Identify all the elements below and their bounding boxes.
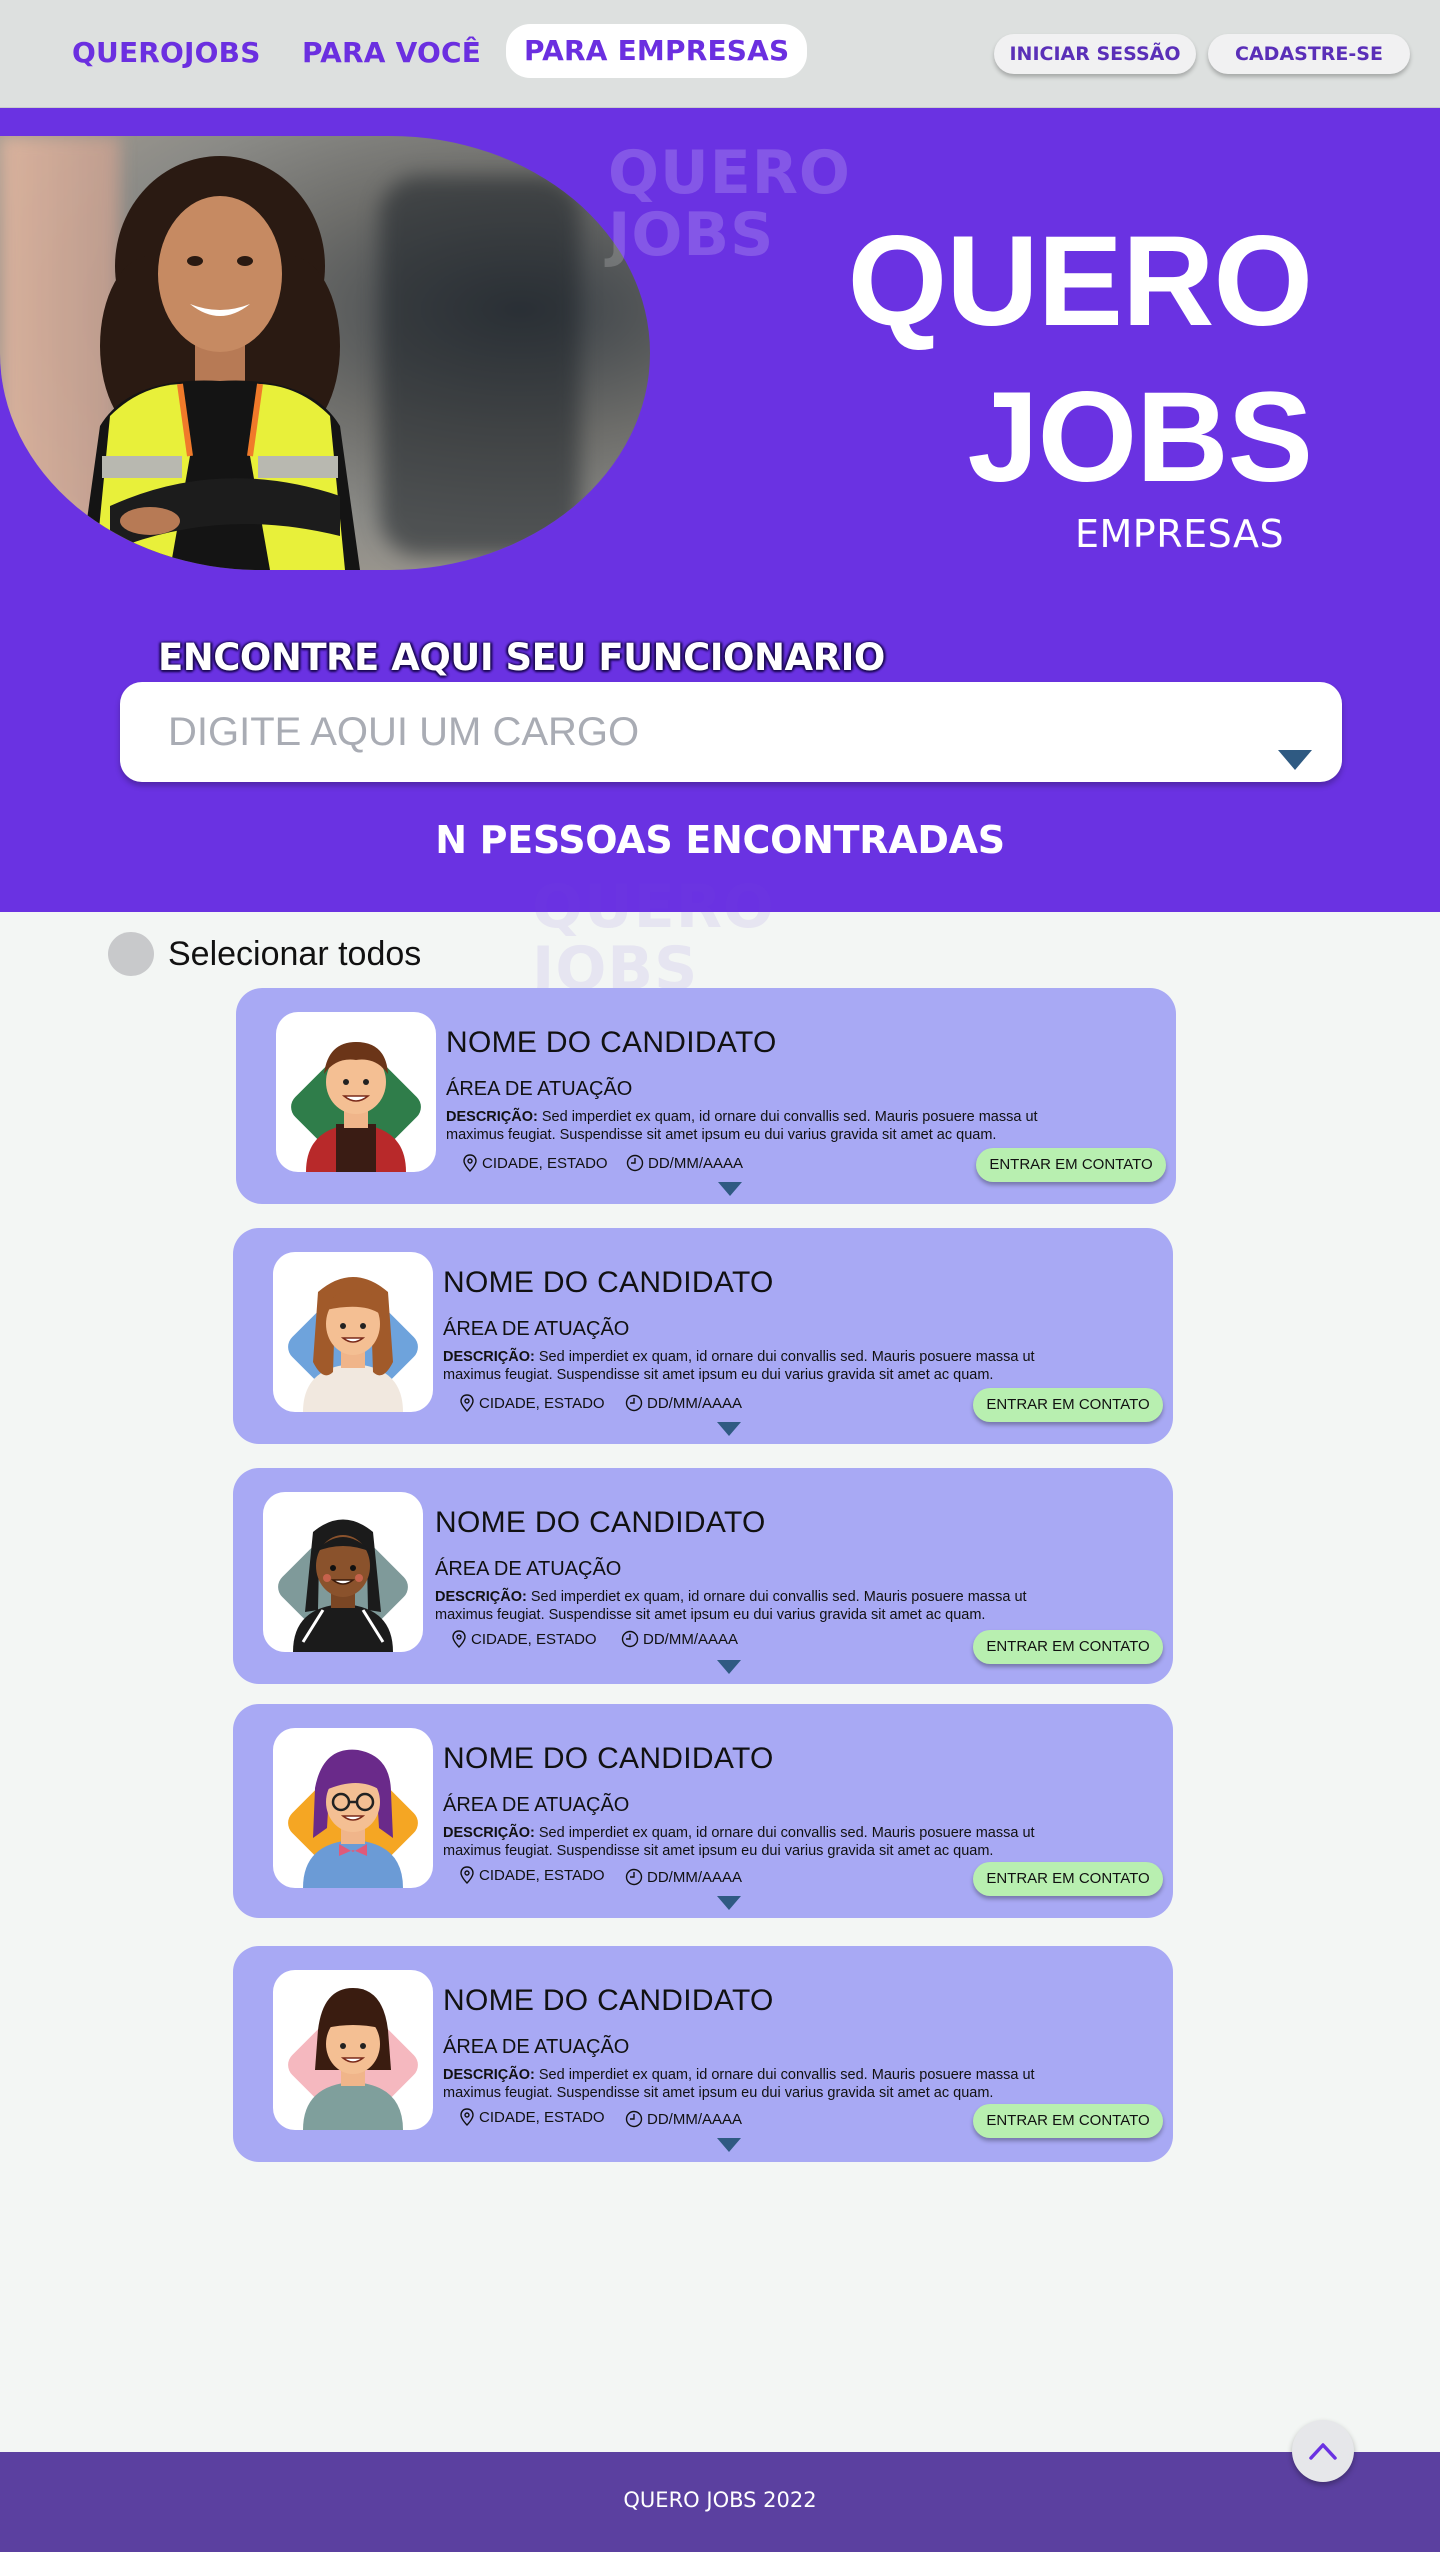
candidate-area: ÁREA DE ATUAÇÃO bbox=[443, 1318, 630, 1340]
chevron-up-icon bbox=[1309, 2443, 1337, 2460]
candidate-description: DESCRIÇÃO: Sed imperdiet ex quam, id orn… bbox=[443, 2067, 1035, 2101]
candidate-description: DESCRIÇÃO: Sed imperdiet ex quam, id orn… bbox=[443, 1349, 1035, 1383]
candidate-card: NOME DO CANDIDATO ÁREA DE ATUAÇÃO DESCRI… bbox=[236, 988, 1176, 1204]
clock-icon bbox=[625, 2110, 643, 2128]
candidate-date: DD/MM/AAAA bbox=[621, 1630, 738, 1648]
candidate-date: DD/MM/AAAA bbox=[625, 1394, 742, 1412]
candidate-location: CIDADE, ESTADO bbox=[451, 1630, 597, 1648]
hero-watermark: QUERO JOBS bbox=[608, 138, 851, 270]
footer-text: QUERO JOBS 2022 bbox=[623, 2488, 817, 2512]
caret-down-icon[interactable] bbox=[717, 1422, 741, 1436]
map-pin-icon bbox=[463, 1154, 477, 1172]
candidate-avatar bbox=[263, 1492, 423, 1652]
candidate-name: NOME DO CANDIDATO bbox=[443, 1742, 774, 1775]
search-box bbox=[120, 682, 1342, 782]
candidate-card: NOME DO CANDIDATO ÁREA DE ATUAÇÃO DESCRI… bbox=[233, 1468, 1173, 1684]
clock-icon bbox=[625, 1394, 643, 1412]
contact-button[interactable]: ENTRAR EM CONTATO bbox=[976, 1148, 1166, 1182]
candidate-date: DD/MM/AAAA bbox=[625, 1868, 742, 1886]
login-button[interactable]: INICIAR SESSÃO bbox=[994, 34, 1196, 74]
map-pin-icon bbox=[452, 1630, 466, 1648]
nav-link-para-voce[interactable]: PARA VOCÊ bbox=[302, 30, 481, 76]
candidate-area: ÁREA DE ATUAÇÃO bbox=[446, 1078, 633, 1100]
candidate-location: CIDADE, ESTADO bbox=[459, 2108, 605, 2126]
caret-down-icon[interactable] bbox=[717, 2138, 741, 2152]
clock-icon bbox=[621, 1630, 639, 1648]
content-watermark: QUERO JOBS bbox=[532, 872, 775, 1004]
search-title: ENCONTRE AQUI SEU FUNCIONARIO bbox=[158, 636, 885, 679]
select-all-radio[interactable] bbox=[108, 932, 154, 976]
top-navbar: QUEROJOBS PARA VOCÊ PARA EMPRESAS INICIA… bbox=[0, 0, 1440, 108]
job-search-input[interactable] bbox=[168, 704, 1208, 760]
candidate-date: DD/MM/AAAA bbox=[625, 2110, 742, 2128]
hero-brand-line1: QUERO bbox=[847, 210, 1313, 353]
candidate-location: CIDADE, ESTADO bbox=[459, 1866, 605, 1884]
result-count: N PESSOAS ENCONTRADAS bbox=[435, 818, 1005, 862]
select-all-toggle[interactable]: Selecionar todos bbox=[108, 932, 421, 976]
candidate-area: ÁREA DE ATUAÇÃO bbox=[443, 2036, 630, 2058]
signup-button[interactable]: CADASTRE-SE bbox=[1208, 34, 1410, 74]
candidate-name: NOME DO CANDIDATO bbox=[446, 1026, 777, 1059]
candidate-avatar bbox=[276, 1012, 436, 1172]
map-pin-icon bbox=[460, 1394, 474, 1412]
candidate-name: NOME DO CANDIDATO bbox=[443, 1984, 774, 2017]
candidate-area: ÁREA DE ATUAÇÃO bbox=[443, 1794, 630, 1816]
nav-link-para-empresas[interactable]: PARA EMPRESAS bbox=[506, 24, 808, 78]
clock-icon bbox=[626, 1154, 644, 1172]
candidate-name: NOME DO CANDIDATO bbox=[443, 1266, 774, 1299]
candidate-avatar bbox=[273, 1728, 433, 1888]
candidate-area: ÁREA DE ATUAÇÃO bbox=[435, 1558, 622, 1580]
candidate-name: NOME DO CANDIDATO bbox=[435, 1506, 766, 1539]
footer: QUERO JOBS 2022 bbox=[0, 2452, 1440, 2552]
contact-button[interactable]: ENTRAR EM CONTATO bbox=[973, 1630, 1163, 1664]
map-pin-icon bbox=[460, 2108, 474, 2126]
hero-brand-subtitle: EMPRESAS bbox=[1075, 512, 1285, 556]
candidate-avatar bbox=[273, 1970, 433, 2130]
contact-button[interactable]: ENTRAR EM CONTATO bbox=[973, 2104, 1163, 2138]
clock-icon bbox=[625, 1868, 643, 1886]
candidate-card: NOME DO CANDIDATO ÁREA DE ATUAÇÃO DESCRI… bbox=[233, 1228, 1173, 1444]
caret-down-icon[interactable] bbox=[717, 1896, 741, 1910]
candidate-location: CIDADE, ESTADO bbox=[462, 1154, 608, 1172]
caret-down-icon[interactable] bbox=[718, 1182, 742, 1196]
back-to-top-button[interactable] bbox=[1292, 2420, 1354, 2482]
search-dropdown-icon[interactable] bbox=[1278, 750, 1312, 770]
candidate-description: DESCRIÇÃO: Sed imperdiet ex quam, id orn… bbox=[435, 1589, 1027, 1623]
worker-woman-illustration bbox=[80, 156, 360, 570]
map-pin-icon bbox=[460, 1866, 474, 1884]
select-all-label: Selecionar todos bbox=[168, 934, 422, 973]
hero-banner: QUERO JOBS QUERO JOBS EMPRESAS ENCONTRE … bbox=[0, 108, 1440, 912]
candidate-card: NOME DO CANDIDATO ÁREA DE ATUAÇÃO DESCRI… bbox=[233, 1946, 1173, 2162]
contact-button[interactable]: ENTRAR EM CONTATO bbox=[973, 1862, 1163, 1896]
hero-brand-line2: JOBS bbox=[967, 366, 1313, 509]
candidate-date: DD/MM/AAAA bbox=[626, 1154, 743, 1172]
caret-down-icon[interactable] bbox=[717, 1660, 741, 1674]
contact-button[interactable]: ENTRAR EM CONTATO bbox=[973, 1388, 1163, 1422]
hero-photo bbox=[0, 136, 650, 570]
candidate-card: NOME DO CANDIDATO ÁREA DE ATUAÇÃO DESCRI… bbox=[233, 1704, 1173, 1918]
candidate-description: DESCRIÇÃO: Sed imperdiet ex quam, id orn… bbox=[443, 1825, 1035, 1859]
candidate-description: DESCRIÇÃO: Sed imperdiet ex quam, id orn… bbox=[446, 1109, 1038, 1143]
candidate-location: CIDADE, ESTADO bbox=[459, 1394, 605, 1412]
nav-link-querojobs[interactable]: QUEROJOBS bbox=[72, 30, 261, 76]
candidate-avatar bbox=[273, 1252, 433, 1412]
